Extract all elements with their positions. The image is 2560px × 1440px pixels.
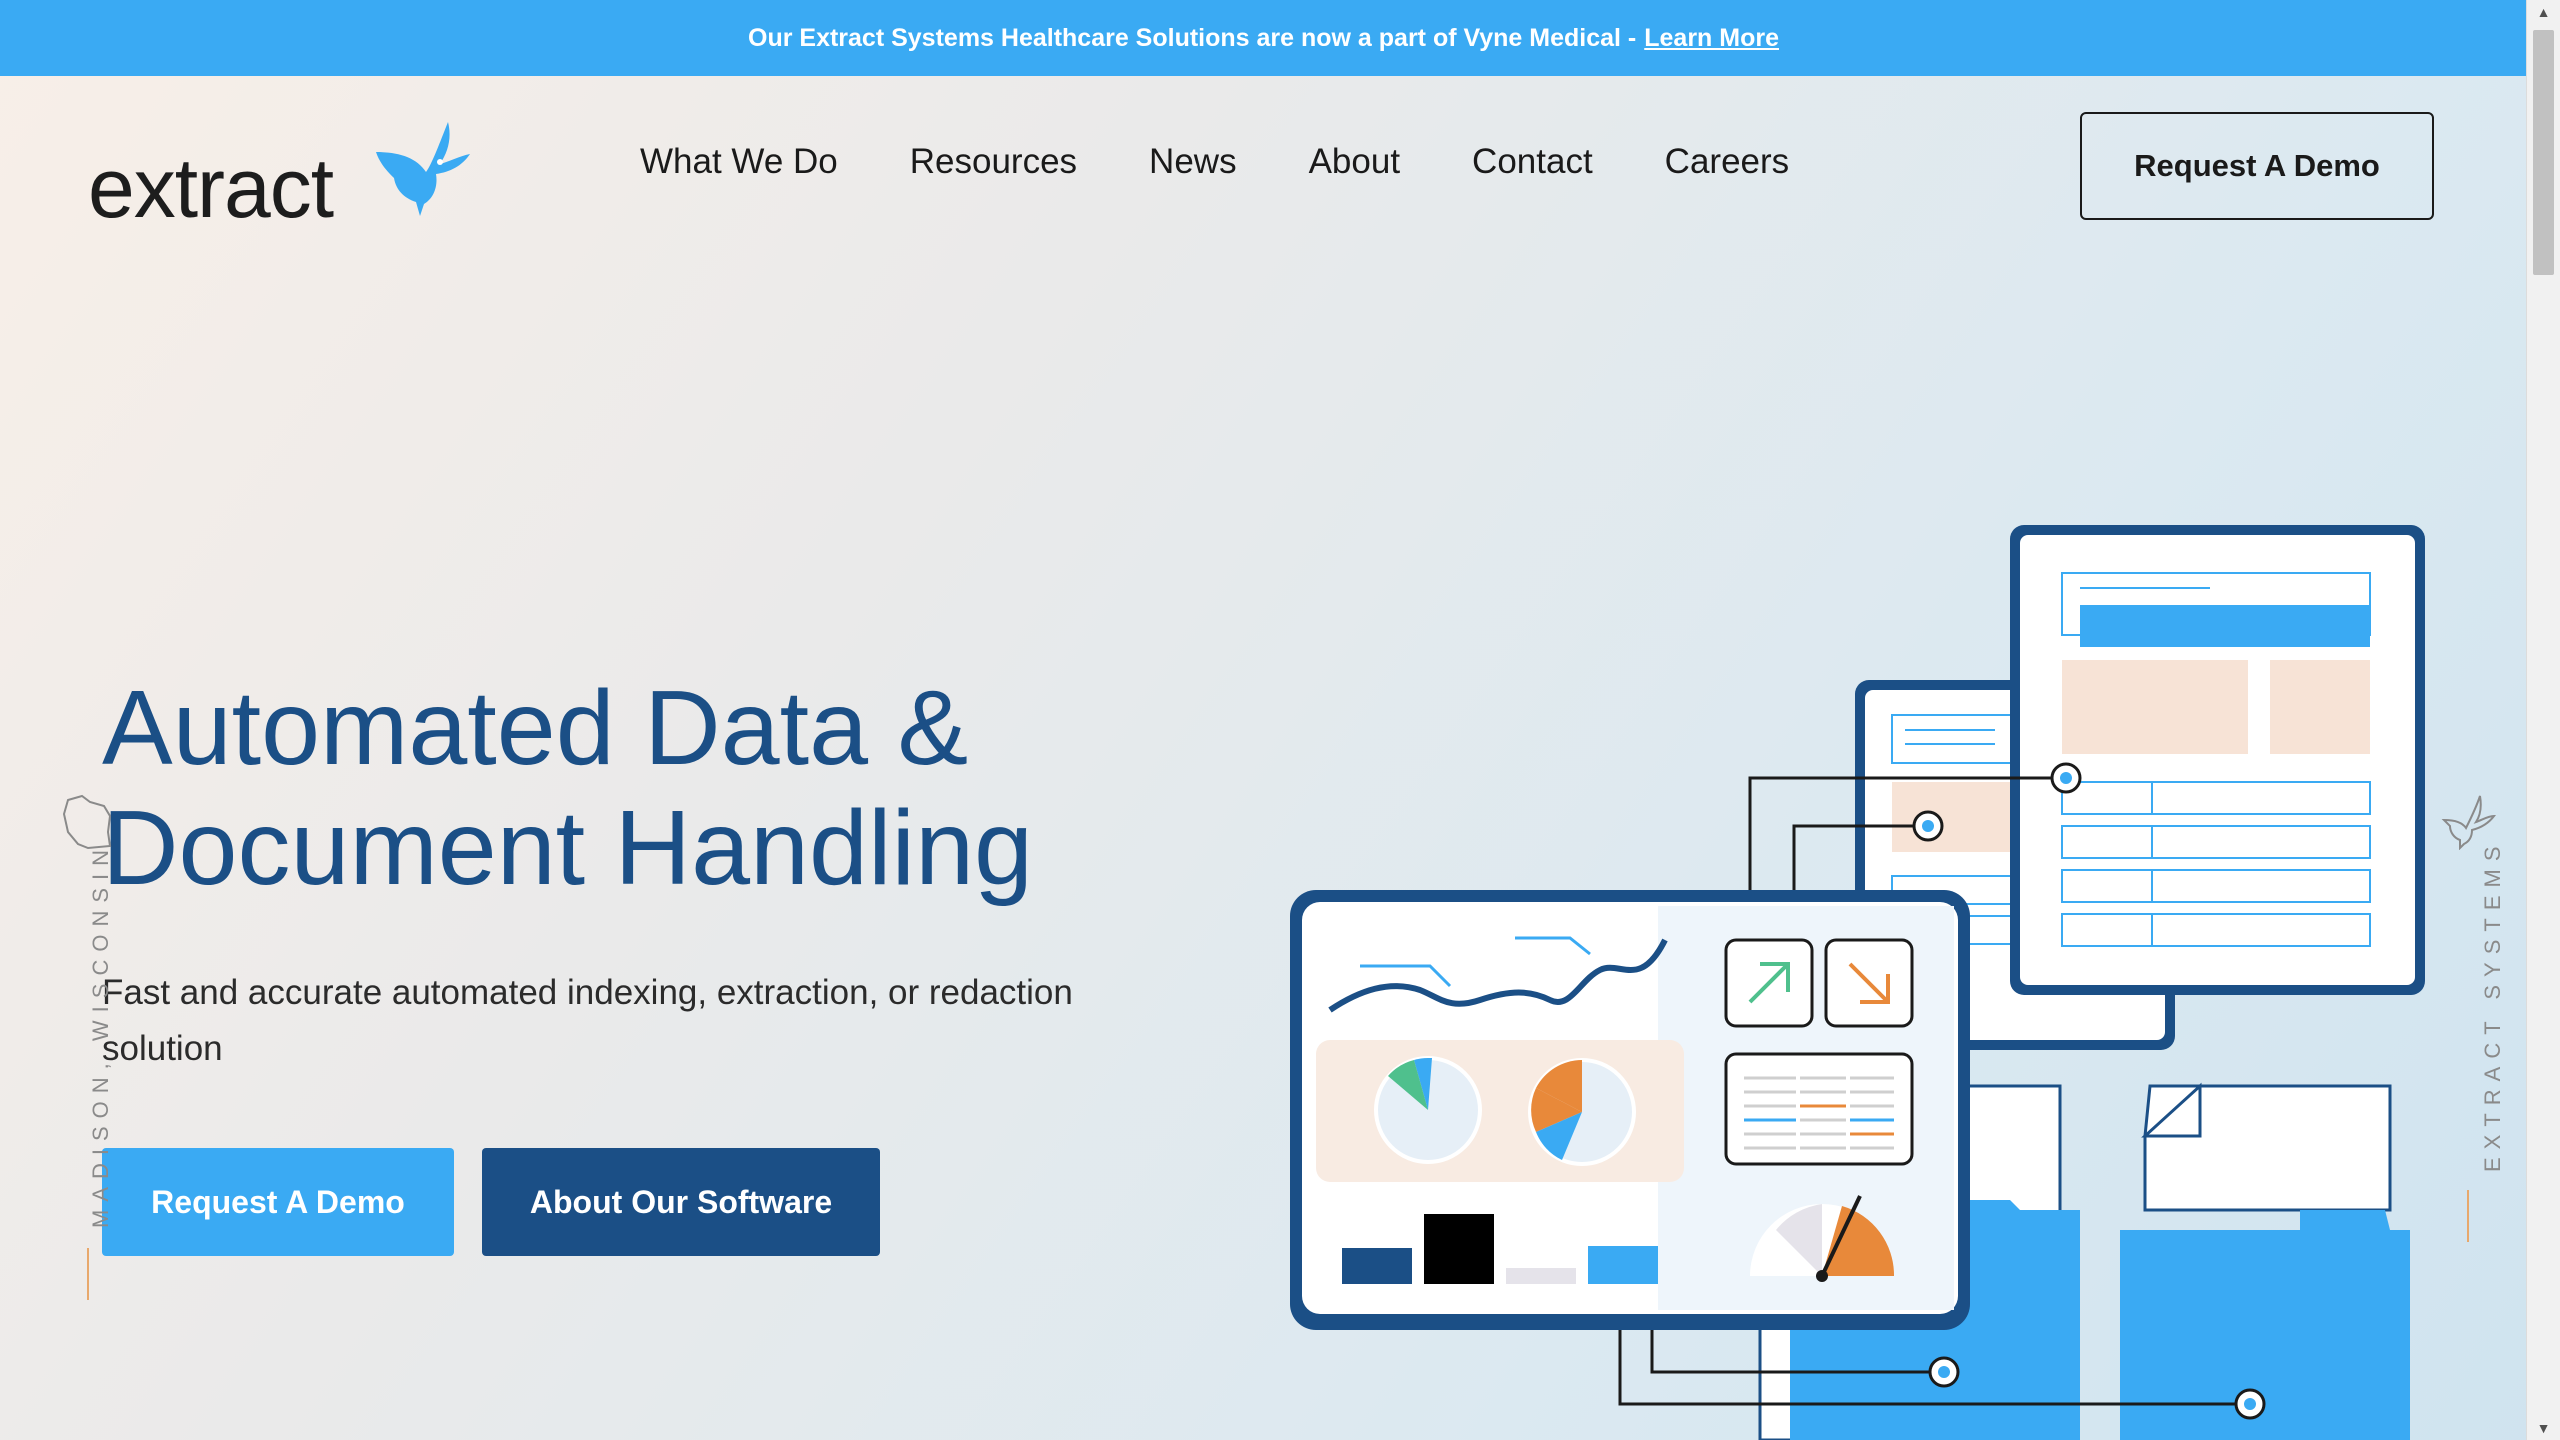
- nav-item-contact[interactable]: Contact: [1472, 142, 1593, 182]
- nav-item-resources[interactable]: Resources: [910, 142, 1077, 182]
- nav-item-careers[interactable]: Careers: [1665, 142, 1789, 182]
- about-software-button[interactable]: About Our Software: [482, 1148, 880, 1256]
- dashboard-tablet: [1290, 890, 1970, 1330]
- left-accent-line: [87, 1248, 89, 1300]
- location-label: MADISON, WISCONSIN: [88, 841, 113, 1228]
- announcement-bar: Our Extract Systems Healthcare Solutions…: [0, 0, 2527, 76]
- logo-wordmark: extract: [88, 141, 334, 235]
- main-nav: What We Do Resources News About Contact …: [640, 142, 1789, 182]
- hero-title-line1: Automated Data &: [102, 669, 969, 787]
- scroll-down-icon[interactable]: ▼: [2527, 1416, 2560, 1440]
- document-front: [2010, 525, 2425, 995]
- page-scrollbar[interactable]: ▲ ▼: [2526, 0, 2560, 1440]
- hummingbird-icon: [376, 122, 470, 216]
- brand-side-label: EXTRACT SYSTEMS: [2480, 838, 2505, 1172]
- nav-item-news[interactable]: News: [1149, 142, 1237, 182]
- scroll-thumb[interactable]: [2533, 30, 2554, 275]
- header-request-demo-button[interactable]: Request A Demo: [2080, 112, 2434, 220]
- site-logo[interactable]: extract: [88, 112, 470, 235]
- nav-item-what-we-do[interactable]: What We Do: [640, 142, 838, 182]
- hero-title: Automated Data & Document Handling: [102, 668, 1202, 908]
- hero-request-demo-button[interactable]: Request A Demo: [102, 1148, 454, 1256]
- announcement-text: Our Extract Systems Healthcare Solutions…: [748, 23, 1637, 52]
- hero-title-line2: Document Handling: [102, 789, 1033, 907]
- scroll-up-icon[interactable]: ▲: [2527, 0, 2560, 24]
- hero-subtitle: Fast and accurate automated indexing, ex…: [102, 973, 1073, 1068]
- folder-right: [2120, 1082, 2410, 1440]
- nav-item-about[interactable]: About: [1309, 142, 1400, 182]
- right-accent-line: [2467, 1190, 2469, 1242]
- hero-illustration: [1290, 525, 2425, 1440]
- learn-more-link[interactable]: Learn More: [1644, 24, 1779, 53]
